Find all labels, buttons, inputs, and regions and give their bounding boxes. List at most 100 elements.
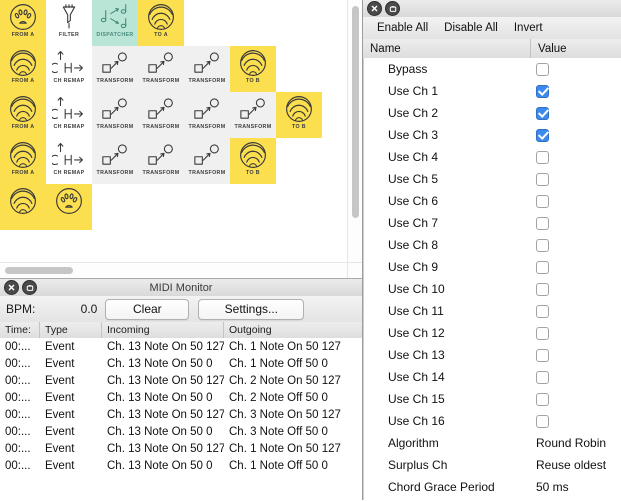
parameter-value[interactable] xyxy=(532,304,621,318)
clear-button[interactable]: Clear xyxy=(105,298,190,320)
node-from-a[interactable]: FROM A xyxy=(0,138,46,184)
node-transform[interactable]: TRANSFORM xyxy=(92,92,138,138)
node-from-a[interactable]: FROM A xyxy=(0,46,46,92)
disable-all-button[interactable]: Disable All xyxy=(444,22,498,34)
window-restore-icon[interactable] xyxy=(22,280,37,295)
parameter-value[interactable] xyxy=(532,348,621,362)
parameter-checkbox[interactable] xyxy=(536,194,549,208)
parameter-value[interactable] xyxy=(532,84,621,98)
node-transform[interactable]: TRANSFORM xyxy=(184,138,230,184)
node-to-b[interactable]: TO B xyxy=(230,138,276,184)
node-to-b[interactable]: TO B xyxy=(230,46,276,92)
midi-event-row[interactable]: 00:... Event Ch. 13 Note On 50 0 Ch. 3 Note… xyxy=(0,423,362,440)
midi-event-row[interactable]: 00:... Event Ch. 13 Note On 50 127 Ch. 3 No… xyxy=(0,406,362,423)
node-dispatcher[interactable]: DISPATCHER xyxy=(92,0,138,46)
parameter-value[interactable] xyxy=(532,392,621,406)
parameter-value[interactable] xyxy=(532,282,621,296)
graph-vertical-scroll-thumb[interactable] xyxy=(352,6,359,218)
parameter-checkbox[interactable] xyxy=(536,370,549,384)
parameter-checkbox[interactable] xyxy=(536,106,549,120)
parameter-value[interactable] xyxy=(532,150,621,164)
midi-event-row[interactable]: 00:... Event Ch. 13 Note On 50 0 Ch. 2 Note… xyxy=(0,389,362,406)
parameter-checkbox[interactable] xyxy=(536,348,549,362)
graph-vertical-scrollbar[interactable] xyxy=(347,0,363,262)
node-from-a[interactable]: FROM A xyxy=(0,0,46,46)
close-icon[interactable] xyxy=(367,1,382,16)
parameter-row[interactable]: Chord Grace Period 50 ms xyxy=(364,476,621,498)
parameter-row[interactable]: Algorithm Round Robin xyxy=(364,432,621,454)
node-transform[interactable]: TRANSFORM xyxy=(92,46,138,92)
node-transform[interactable]: TRANSFORM xyxy=(138,46,184,92)
parameter-row[interactable]: Bypass xyxy=(364,58,621,80)
parameter-checkbox[interactable] xyxy=(536,304,549,318)
node-to-a[interactable]: TO A xyxy=(138,0,184,46)
parameter-row[interactable]: Use Ch 10 xyxy=(364,278,621,300)
graph-horizontal-scroll-thumb[interactable] xyxy=(5,267,73,274)
midi-event-row[interactable]: 00:... Event Ch. 13 Note On 50 127 Ch. 2 No… xyxy=(0,372,362,389)
midi-event-row[interactable]: 00:... Event Ch. 13 Note On 50 0 Ch. 1 Note… xyxy=(0,355,362,372)
parameter-value[interactable] xyxy=(532,216,621,230)
node-from-a[interactable]: FROM A xyxy=(0,92,46,138)
midi-event-row[interactable]: 00:... Event Ch. 13 Note On 50 127 Ch. 1 No… xyxy=(0,440,362,457)
parameter-checkbox[interactable] xyxy=(536,238,549,252)
node-ch-remap[interactable]: CH REMAP xyxy=(46,92,92,138)
settings-button[interactable]: Settings... xyxy=(198,298,305,320)
midi-event-row[interactable]: 00:... Event Ch. 13 Note On 50 127 Ch. 1 No… xyxy=(0,338,362,355)
enable-all-button[interactable]: Enable All xyxy=(377,22,428,34)
inspector-column-header-value[interactable]: Value xyxy=(531,39,621,58)
parameter-row[interactable]: Use Ch 9 xyxy=(364,256,621,278)
parameter-row[interactable]: Surplus Ch Reuse oldest xyxy=(364,454,621,476)
node-transform[interactable]: TRANSFORM xyxy=(184,46,230,92)
parameter-row[interactable]: Use Ch 16 xyxy=(364,410,621,432)
node-transform[interactable]: TRANSFORM xyxy=(138,92,184,138)
parameter-value[interactable] xyxy=(532,194,621,208)
parameter-row[interactable]: Use Ch 1 xyxy=(364,80,621,102)
parameter-row[interactable]: Use Ch 7 xyxy=(364,212,621,234)
inspector-column-header-name[interactable]: Name xyxy=(363,39,531,58)
inspector-window-buttons[interactable] xyxy=(363,1,400,16)
node-ch-remap[interactable]: CH REMAP xyxy=(46,138,92,184)
parameter-row[interactable]: Use Ch 14 xyxy=(364,366,621,388)
parameter-value[interactable] xyxy=(532,238,621,252)
midi-event-row[interactable]: 00:... Event Ch. 13 Note On 50 0 Ch. 1 Note… xyxy=(0,457,362,474)
parameter-row[interactable]: Use Ch 13 xyxy=(364,344,621,366)
midi-column-header-incoming[interactable]: Incoming xyxy=(102,322,224,338)
midi-column-header-time[interactable]: Time: xyxy=(0,322,40,338)
parameter-value[interactable] xyxy=(532,370,621,384)
parameter-checkbox[interactable] xyxy=(536,414,549,428)
parameter-row[interactable]: Use Ch 6 xyxy=(364,190,621,212)
parameter-row[interactable]: Use Ch 4 xyxy=(364,146,621,168)
midi-monitor-window-buttons[interactable] xyxy=(0,280,37,295)
parameter-value[interactable]: Reuse oldest xyxy=(532,458,621,472)
parameter-value[interactable]: 50 ms xyxy=(532,480,621,494)
node-radio-waves[interactable] xyxy=(0,184,46,230)
parameter-value[interactable] xyxy=(532,260,621,274)
parameter-row[interactable]: Use Ch 2 xyxy=(364,102,621,124)
parameter-value[interactable] xyxy=(532,128,621,142)
parameter-checkbox[interactable] xyxy=(536,62,549,76)
node-midi-din[interactable] xyxy=(46,184,92,230)
parameter-row[interactable]: Use Ch 11 xyxy=(364,300,621,322)
parameter-value[interactable] xyxy=(532,414,621,428)
close-icon[interactable] xyxy=(4,280,19,295)
midi-column-header-type[interactable]: Type xyxy=(40,322,102,338)
parameter-value[interactable] xyxy=(532,172,621,186)
parameter-checkbox[interactable] xyxy=(536,282,549,296)
graph-horizontal-scrollbar[interactable] xyxy=(0,262,347,278)
parameter-row[interactable]: Use Ch 5 xyxy=(364,168,621,190)
parameter-value[interactable] xyxy=(532,62,621,76)
node-transform[interactable]: TRANSFORM xyxy=(92,138,138,184)
midi-monitor-table-body[interactable]: 00:... Event Ch. 13 Note On 50 127 Ch. 1 No… xyxy=(0,338,362,501)
node-transform[interactable]: TRANSFORM xyxy=(138,138,184,184)
node-ch-remap[interactable]: CH REMAP xyxy=(46,46,92,92)
parameter-checkbox[interactable] xyxy=(536,84,549,98)
parameter-checkbox[interactable] xyxy=(536,150,549,164)
node-graph-canvas[interactable]: FROM A FILTER DISPATCHER TO A FROM A CH … xyxy=(0,0,347,262)
parameter-checkbox[interactable] xyxy=(536,172,549,186)
parameter-checkbox[interactable] xyxy=(536,326,549,340)
node-transform[interactable]: TRANSFORM xyxy=(230,92,276,138)
parameter-row[interactable]: Use Ch 8 xyxy=(364,234,621,256)
node-transform[interactable]: TRANSFORM xyxy=(184,92,230,138)
parameter-row[interactable]: Use Ch 3 xyxy=(364,124,621,146)
midi-column-header-outgoing[interactable]: Outgoing xyxy=(224,322,362,338)
